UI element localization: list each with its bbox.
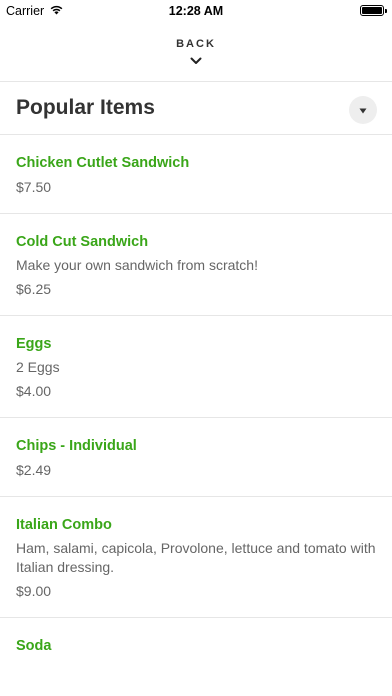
item-description: Ham, salami, capicola, Provolone, lettuc… [16,540,376,575]
item-name: Chicken Cutlet Sandwich [16,155,190,171]
screen: Carrier 12:28 AM BACK Popular Items Chic… [0,0,392,696]
item-price: $9.00 [16,583,52,599]
item-price: $6.25 [16,281,52,297]
menu-item-list: Chicken Cutlet Sandwich $7.50 Cold Cut S… [0,134,392,672]
item-name: Italian Combo [16,517,112,533]
item-price: $4.00 [16,383,52,399]
menu-item[interactable]: Eggs 2 Eggs $4.00 [0,315,392,417]
caret-down-icon [359,101,367,119]
menu-item[interactable]: Soda [0,617,392,672]
item-name: Chips - Individual [16,438,137,454]
back-label: BACK [176,38,216,50]
item-price: $7.50 [16,179,52,195]
menu-item[interactable]: Italian Combo Ham, salami, capicola, Pro… [0,496,392,617]
chevron-down-icon [190,52,202,70]
header-divider [0,81,392,82]
item-description: Make your own sandwich from scratch! [16,257,258,273]
menu-item[interactable]: Chips - Individual $2.49 [0,417,392,496]
section-header: Popular Items [0,88,392,134]
section-title: Popular Items [16,96,155,119]
section-toggle-button[interactable] [349,96,377,124]
status-time: 12:28 AM [168,4,224,18]
item-name: Cold Cut Sandwich [16,234,149,250]
status-bar: Carrier 12:28 AM [0,0,392,22]
item-name: Eggs [16,336,52,352]
item-description: 2 Eggs [16,359,60,375]
item-price: $2.49 [16,462,52,478]
back-button[interactable]: BACK [0,38,392,72]
battery-icon [360,5,387,16]
menu-item[interactable]: Chicken Cutlet Sandwich $7.50 [0,134,392,213]
item-name: Soda [16,638,52,654]
menu-item[interactable]: Cold Cut Sandwich Make your own sandwich… [0,213,392,315]
